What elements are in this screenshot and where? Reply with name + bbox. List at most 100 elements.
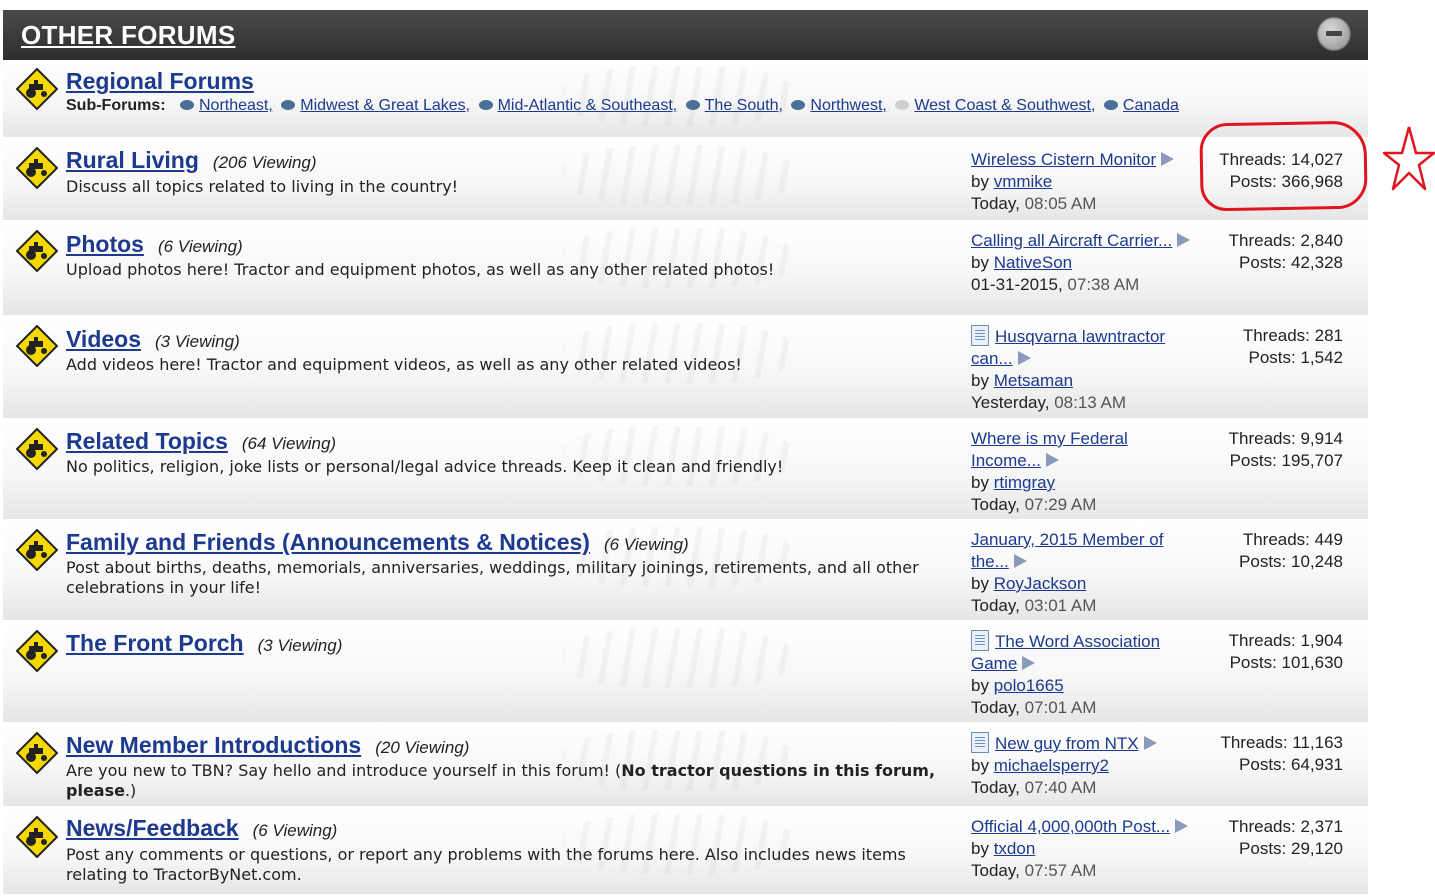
last-post-user-link[interactable]: Metsaman xyxy=(994,371,1073,390)
threads-count: Threads: 11,163 xyxy=(1220,733,1343,752)
posts-count: Posts: 42,328 xyxy=(1239,253,1343,272)
subforum-link[interactable]: Northwest, xyxy=(810,97,886,114)
last-post-user-link[interactable]: NativeSon xyxy=(994,253,1072,272)
arrow-right-icon[interactable] xyxy=(1143,736,1157,750)
last-post: Where is my Federal Income... by rtimgra… xyxy=(971,429,1128,514)
forum-link[interactable]: Family and Friends (Announcements & Noti… xyxy=(66,529,689,556)
last-post: New guy from NTX by michaelsperry2 Today… xyxy=(971,732,1196,799)
forum-link-regional[interactable]: Regional Forums xyxy=(66,68,254,95)
last-post-title-link[interactable]: Husqvarna lawntractor can... xyxy=(971,327,1165,368)
forum-link[interactable]: Related Topics (64 Viewing) xyxy=(66,428,336,455)
forum-link[interactable]: New Member Introductions (20 Viewing) xyxy=(66,732,469,759)
forum-description: Post any comments or questions, or repor… xyxy=(66,845,906,884)
arrow-right-icon[interactable] xyxy=(1013,554,1027,568)
forum-description: Are you new to TBN? Say hello and introd… xyxy=(66,761,936,800)
arrow-right-icon[interactable] xyxy=(1017,351,1031,365)
forum-stats: Threads: 2,840 Posts: 42,328 xyxy=(1173,230,1343,274)
speech-bubble-icon xyxy=(791,100,806,110)
forum-link[interactable]: News/Feedback (6 Viewing) xyxy=(66,815,337,842)
viewing-count: (20 Viewing) xyxy=(375,738,470,757)
annotation-circle xyxy=(1199,120,1368,212)
last-post-user-link[interactable]: txdon xyxy=(994,839,1036,858)
threads-count: Threads: 449 xyxy=(1242,530,1343,549)
last-post: Official 4,000,000th Post... by txdon To… xyxy=(971,816,1196,882)
last-post-user-link[interactable]: vmmike xyxy=(994,172,1053,191)
collapse-button[interactable] xyxy=(1317,17,1351,51)
last-post-title-link[interactable]: The Word Association Game xyxy=(971,632,1160,673)
forum-link[interactable]: Videos (3 Viewing) xyxy=(66,326,240,353)
tractor-sign-icon xyxy=(16,68,58,110)
last-post-user-link[interactable]: RoyJackson xyxy=(994,574,1087,593)
document-icon xyxy=(971,325,989,346)
forum-description: Upload photos here! Tractor and equipmen… xyxy=(66,260,775,279)
threads-count: Threads: 1,904 xyxy=(1228,631,1343,650)
last-post: Husqvarna lawntractor can... by Metsaman… xyxy=(971,325,1166,412)
section-title[interactable]: OTHER FORUMS xyxy=(21,20,235,51)
speech-bubble-icon xyxy=(180,100,194,110)
last-post-date: 01-31-2015, xyxy=(971,275,1063,294)
forum-row: Photos (6 Viewing) Upload photos here! Tr… xyxy=(3,222,1368,317)
last-post-user-link[interactable]: michaelsperry2 xyxy=(994,756,1109,775)
forum-link[interactable]: Rural Living (206 Viewing) xyxy=(66,147,317,174)
forum-row-regional: Regional Forums Sub-Forums: Northeast, M… xyxy=(3,60,1368,139)
tractor-sign-icon xyxy=(16,732,58,774)
last-post-date: Today, xyxy=(971,861,1020,880)
last-post-time: 08:05 AM xyxy=(1024,194,1097,213)
last-post: The Word Association Game by polo1665 To… xyxy=(971,630,1161,717)
forum-stats: Threads: 11,163 Posts: 64,931 xyxy=(1173,732,1343,776)
threads-count: Threads: 281 xyxy=(1242,326,1343,345)
forum-stats: Threads: 281 Posts: 1,542 xyxy=(1173,325,1343,369)
last-post-date: Today, xyxy=(971,596,1020,615)
tractor-sign-icon xyxy=(16,816,58,858)
subforum-link[interactable]: Mid-Atlantic & Southeast, xyxy=(498,97,678,114)
forum-row: Family and Friends (Announcements & Noti… xyxy=(3,521,1368,622)
tractor-sign-icon xyxy=(16,529,58,571)
last-post-title-link[interactable]: Wireless Cistern Monitor xyxy=(971,150,1156,169)
last-post-time: 07:01 AM xyxy=(1024,698,1097,717)
posts-count: Posts: 64,931 xyxy=(1239,755,1343,774)
subforum-link[interactable]: West Coast & Southwest, xyxy=(914,97,1095,114)
forum-row: News/Feedback (6 Viewing) Post any commen… xyxy=(3,808,1368,896)
forum-description: Add videos here! Tractor and equipment v… xyxy=(66,355,742,374)
threads-count: Threads: 2,840 xyxy=(1228,231,1343,250)
last-post-date: Today, xyxy=(971,194,1020,213)
last-post-title-link[interactable]: New guy from NTX xyxy=(995,734,1139,753)
posts-count: Posts: 195,707 xyxy=(1229,451,1343,470)
viewing-count: (6 Viewing) xyxy=(252,821,338,840)
posts-count: Posts: 101,630 xyxy=(1229,653,1343,672)
forum-link[interactable]: The Front Porch (3 Viewing) xyxy=(66,630,342,657)
last-post-title-link[interactable]: January, 2015 Member of the... xyxy=(971,530,1163,571)
last-post-title-link[interactable]: Calling all Aircraft Carrier... xyxy=(971,231,1172,250)
subforum-link[interactable]: The South, xyxy=(705,97,783,114)
last-post-date: Today, xyxy=(971,495,1020,514)
viewing-count: (6 Viewing) xyxy=(603,535,689,554)
forum-row: The Front Porch (3 Viewing) The Word Asso… xyxy=(3,622,1368,724)
speech-bubble-icon xyxy=(281,100,296,110)
forum-row: Videos (3 Viewing) Add videos here! Tract… xyxy=(3,317,1368,420)
subforum-link[interactable]: Northeast, xyxy=(199,97,273,114)
last-post-date: Today, xyxy=(971,698,1020,717)
viewing-count: (206 Viewing) xyxy=(212,153,317,172)
subforum-link[interactable]: Canada xyxy=(1123,97,1179,114)
arrow-right-icon[interactable] xyxy=(1045,453,1059,467)
speech-bubble-icon xyxy=(685,100,700,110)
last-post-time: 07:57 AM xyxy=(1024,861,1097,880)
forum-section-header: OTHER FORUMS xyxy=(3,10,1368,60)
viewing-count: (3 Viewing) xyxy=(155,332,240,351)
last-post-title-link[interactable]: Official 4,000,000th Post... xyxy=(971,817,1170,836)
last-post-user-link[interactable]: polo1665 xyxy=(994,676,1064,695)
last-post-user-link[interactable]: rtimgray xyxy=(994,473,1055,492)
forum-link[interactable]: Photos (6 Viewing) xyxy=(66,231,243,258)
forum-row: Rural Living (206 Viewing) Discuss all to… xyxy=(3,139,1368,222)
arrow-right-icon[interactable] xyxy=(1022,656,1036,670)
subforum-link[interactable]: Midwest & Great Lakes, xyxy=(300,97,470,114)
last-post: Calling all Aircraft Carrier... by Nativ… xyxy=(971,230,1196,296)
forum-row: Related Topics (64 Viewing) No politics, … xyxy=(3,420,1368,521)
forum-stats: Threads: 2,371 Posts: 29,120 xyxy=(1173,816,1343,860)
viewing-count: (6 Viewing) xyxy=(157,237,243,256)
subforums-list: Sub-Forums: Northeast, Midwest & Great L… xyxy=(66,97,1179,115)
last-post-time: 07:40 AM xyxy=(1024,778,1097,797)
posts-count: Posts: 1,542 xyxy=(1248,348,1343,367)
forum-stats: Threads: 9,914 Posts: 195,707 xyxy=(1173,428,1343,472)
last-post-time: 03:01 AM xyxy=(1024,596,1097,615)
